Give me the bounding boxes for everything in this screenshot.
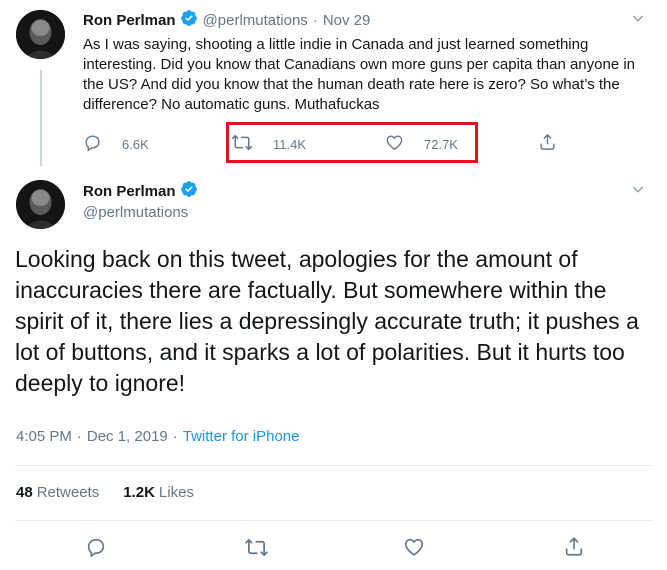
reply-icon	[83, 133, 112, 155]
thread-connector-line	[40, 70, 42, 166]
like-icon	[403, 538, 425, 562]
like-button[interactable]	[403, 536, 425, 563]
likes-stat[interactable]: 1.2K Likes	[123, 484, 194, 501]
tweet-date[interactable]: Nov 29	[323, 12, 371, 29]
divider	[15, 465, 652, 466]
reply-count: 6.6K	[122, 136, 149, 152]
verified-badge-icon	[180, 9, 198, 31]
avatar[interactable]	[16, 10, 65, 59]
share-icon	[563, 537, 585, 562]
handle[interactable]: @perlmutations	[83, 204, 188, 221]
tweet-timestamp: 4:05 PM · Dec 1, 2019 · Twitter for iPho…	[16, 428, 299, 445]
likes-count: 1.2K	[123, 484, 155, 501]
reply-icon	[85, 538, 107, 562]
caret-down-icon[interactable]	[630, 10, 646, 31]
retweets-stat[interactable]: 48 Retweets	[16, 484, 99, 501]
main-tweet-header: Ron Perlman	[83, 180, 198, 203]
share-icon	[538, 133, 557, 156]
reply-button[interactable]: 6.6K	[83, 133, 149, 155]
tweet-date[interactable]: Dec 1, 2019	[87, 428, 168, 445]
retweets-label: Retweets	[36, 484, 100, 501]
retweet-icon	[244, 538, 269, 562]
highlight-box	[226, 122, 478, 163]
display-name[interactable]: Ron Perlman	[83, 12, 176, 29]
likes-label: Likes	[158, 484, 194, 501]
share-button[interactable]	[538, 132, 557, 157]
parent-tweet-header: Ron Perlman @perlmutations · Nov 29	[83, 10, 370, 30]
tweet-text: As I was saying, shooting a little indie…	[83, 36, 636, 113]
separator-dot: ·	[76, 428, 82, 445]
caret-down-icon[interactable]	[630, 181, 646, 202]
separator-dot: ·	[312, 11, 318, 29]
verified-badge-icon	[180, 180, 198, 203]
tweet-time[interactable]: 4:05 PM	[16, 428, 72, 445]
share-button[interactable]	[563, 535, 585, 563]
separator-dot: ·	[172, 428, 178, 445]
retweet-button[interactable]	[244, 537, 269, 563]
display-name[interactable]: Ron Perlman	[83, 183, 176, 200]
tweet-text: Looking back on this tweet, apologies fo…	[15, 246, 639, 396]
engagement-stats: 48 Retweets 1.2K Likes	[16, 484, 194, 501]
reply-button[interactable]	[85, 536, 107, 563]
retweets-count: 48	[16, 484, 33, 501]
tweet-source-link[interactable]: Twitter for iPhone	[183, 428, 300, 445]
avatar[interactable]	[16, 180, 65, 229]
handle[interactable]: @perlmutations	[203, 12, 308, 29]
divider	[15, 520, 652, 521]
